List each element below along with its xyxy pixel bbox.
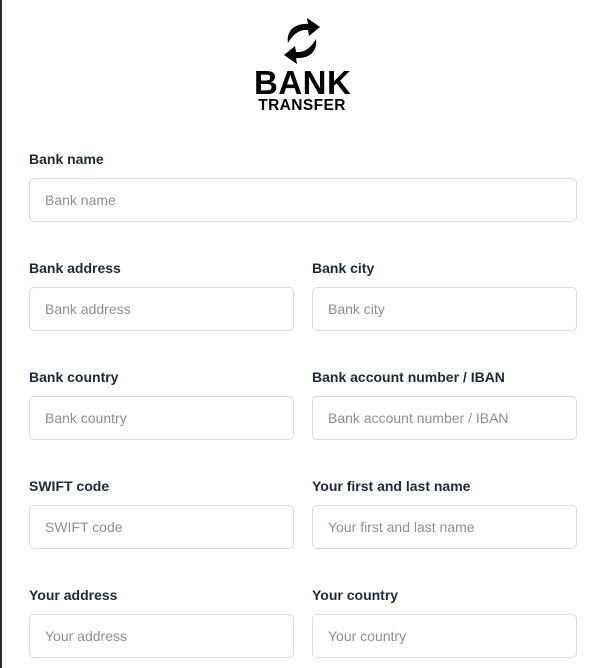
- swift-code-label: SWIFT code: [29, 478, 110, 494]
- your-country-label: Your country: [312, 587, 399, 603]
- full-name-input[interactable]: [312, 505, 577, 549]
- account-number-input[interactable]: [312, 396, 577, 440]
- bank-address-field: Bank address: [29, 259, 294, 331]
- logo-text-bank: BANK: [254, 64, 352, 101]
- bank-city-label: Bank city: [312, 260, 375, 276]
- bank-country-input[interactable]: [29, 396, 294, 440]
- logo-text-transfer: TRANSFER: [258, 97, 346, 114]
- full-name-field: Your first and last name: [312, 477, 577, 549]
- bank-city-input[interactable]: [312, 287, 577, 331]
- window-left-border: [0, 0, 2, 668]
- bank-address-input[interactable]: [29, 287, 294, 331]
- your-address-input[interactable]: [29, 614, 294, 658]
- swift-code-input[interactable]: [29, 505, 294, 549]
- your-country-input[interactable]: [312, 614, 577, 658]
- bank-name-input[interactable]: [29, 178, 577, 222]
- account-number-label: Bank account number / IBAN: [312, 369, 505, 385]
- bank-city-field: Bank city: [312, 259, 577, 331]
- bank-country-label: Bank country: [29, 369, 119, 385]
- circular-arrows-icon: [284, 18, 320, 64]
- account-number-field: Bank account number / IBAN: [312, 368, 577, 440]
- bank-name-label: Bank name: [29, 151, 104, 167]
- bank-name-field: Bank name: [29, 150, 577, 222]
- your-address-field: Your address: [29, 586, 294, 658]
- your-country-field: Your country: [312, 586, 577, 658]
- full-name-label: Your first and last name: [312, 478, 471, 494]
- your-address-label: Your address: [29, 587, 118, 603]
- bank-country-field: Bank country: [29, 368, 294, 440]
- bank-address-label: Bank address: [29, 260, 121, 276]
- bank-transfer-logo: BANK TRANSFER: [254, 16, 352, 116]
- swift-code-field: SWIFT code: [29, 477, 294, 549]
